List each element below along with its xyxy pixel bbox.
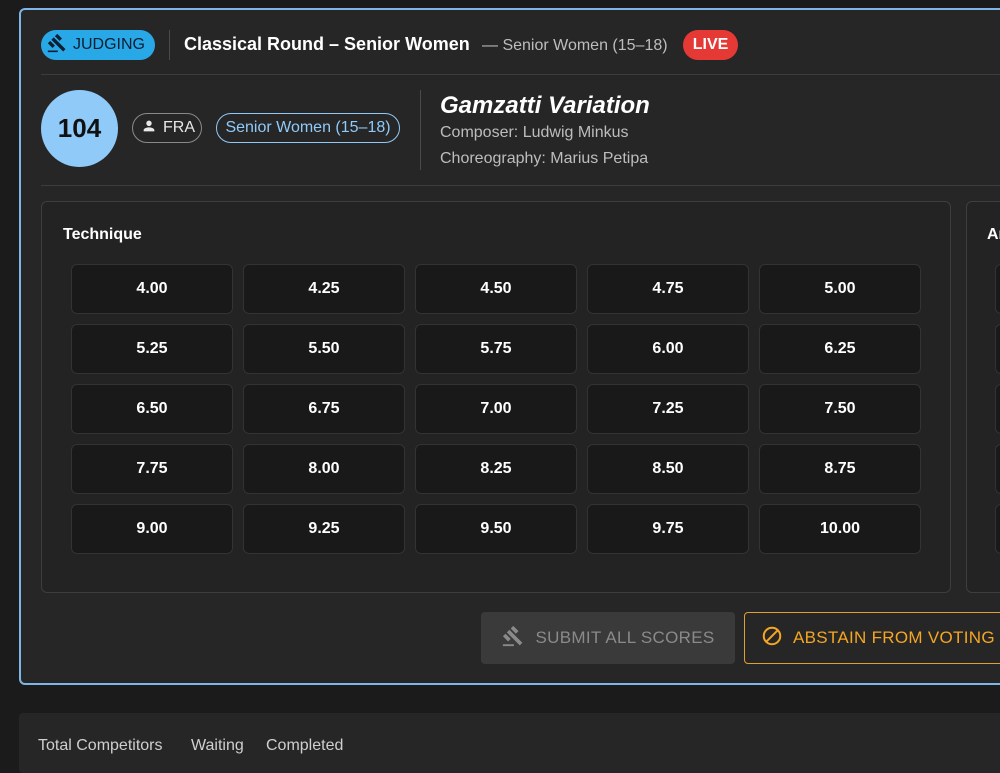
- score-option-button[interactable]: 8.75: [759, 444, 921, 494]
- artistry-score-button[interactable]: [995, 384, 1000, 434]
- judging-label: JUDGING: [73, 36, 145, 53]
- gavel-icon: [47, 33, 73, 58]
- completed-label: Completed: [266, 737, 344, 754]
- abstain-button[interactable]: ABSTAIN FROM VOTING: [744, 612, 1000, 664]
- score-option-button[interactable]: 7.75: [71, 444, 233, 494]
- score-option-button[interactable]: 9.50: [415, 504, 577, 554]
- score-option-button[interactable]: 5.50: [243, 324, 405, 374]
- round-title: Classical Round – Senior Women: [184, 34, 470, 54]
- technique-score-card: Technique 4.00 4.25 4.50 4.75 5.00 5.25 5.50 5.…: [41, 201, 951, 593]
- artistry-score-card: Ar: [966, 201, 1000, 593]
- artistry-score-button[interactable]: [995, 264, 1000, 314]
- submit-all-scores-button[interactable]: SUBMIT ALL SCORES: [481, 612, 735, 664]
- score-option-button[interactable]: 6.75: [243, 384, 405, 434]
- score-option-button[interactable]: 9.25: [243, 504, 405, 554]
- score-option-button[interactable]: 8.50: [587, 444, 749, 494]
- score-option-button[interactable]: 4.75: [587, 264, 749, 314]
- score-option-button[interactable]: 6.00: [587, 324, 749, 374]
- technique-title: Technique: [63, 226, 142, 243]
- round-subtitle: — Senior Women (15–18): [482, 37, 668, 54]
- score-option-button[interactable]: 7.50: [759, 384, 921, 434]
- score-option-button[interactable]: 10.00: [759, 504, 921, 554]
- score-option-button[interactable]: 7.00: [415, 384, 577, 434]
- score-option-button[interactable]: 4.00: [71, 264, 233, 314]
- bib-number: 104: [41, 90, 118, 167]
- composer-line: Composer: Ludwig Minkus: [440, 124, 629, 141]
- score-option-button[interactable]: 6.25: [759, 324, 921, 374]
- country-chip: FRA: [132, 113, 202, 143]
- judging-panel: JUDGING Classical Round – Senior Women —…: [19, 8, 1000, 685]
- live-badge: LIVE: [683, 30, 738, 60]
- score-option-button[interactable]: 5.75: [415, 324, 577, 374]
- waiting-label: Waiting: [191, 737, 244, 754]
- artistry-score-button[interactable]: [995, 444, 1000, 494]
- score-option-button[interactable]: 5.25: [71, 324, 233, 374]
- header-divider: [169, 30, 170, 60]
- score-option-button[interactable]: 8.25: [415, 444, 577, 494]
- country-code: FRA: [163, 119, 195, 136]
- score-option-button[interactable]: 7.25: [587, 384, 749, 434]
- score-option-button[interactable]: 4.25: [243, 264, 405, 314]
- header-separator: [41, 74, 1000, 75]
- gavel-icon: [502, 625, 536, 652]
- score-option-button[interactable]: 9.00: [71, 504, 233, 554]
- category-chip: Senior Women (15–18): [216, 113, 400, 143]
- artistry-score-button[interactable]: [995, 324, 1000, 374]
- abstain-label: ABSTAIN FROM VOTING: [793, 628, 995, 647]
- score-option-button[interactable]: 8.00: [243, 444, 405, 494]
- choreography-line: Choreography: Marius Petipa: [440, 150, 649, 167]
- piece-title: Gamzatti Variation: [440, 92, 650, 119]
- artistry-score-button[interactable]: [995, 504, 1000, 554]
- competitor-divider: [420, 90, 421, 170]
- block-icon: [761, 625, 793, 652]
- score-option-button[interactable]: 5.00: [759, 264, 921, 314]
- competitor-separator: [41, 185, 1000, 186]
- score-option-button[interactable]: 6.50: [71, 384, 233, 434]
- score-option-button[interactable]: 4.50: [415, 264, 577, 314]
- artistry-title: Ar: [987, 226, 1000, 243]
- judging-badge: JUDGING: [41, 30, 155, 60]
- submit-label: SUBMIT ALL SCORES: [535, 628, 715, 647]
- score-option-button[interactable]: 9.75: [587, 504, 749, 554]
- stats-footer: Total Competitors Waiting Completed: [19, 713, 1000, 773]
- total-competitors-label: Total Competitors: [38, 737, 163, 754]
- technique-score-grid: 4.00 4.25 4.50 4.75 5.00 5.25 5.50 5.75 6.00 6.25…: [71, 264, 921, 554]
- panel-header: JUDGING Classical Round – Senior Women —…: [21, 10, 1000, 76]
- person-icon: [141, 118, 163, 139]
